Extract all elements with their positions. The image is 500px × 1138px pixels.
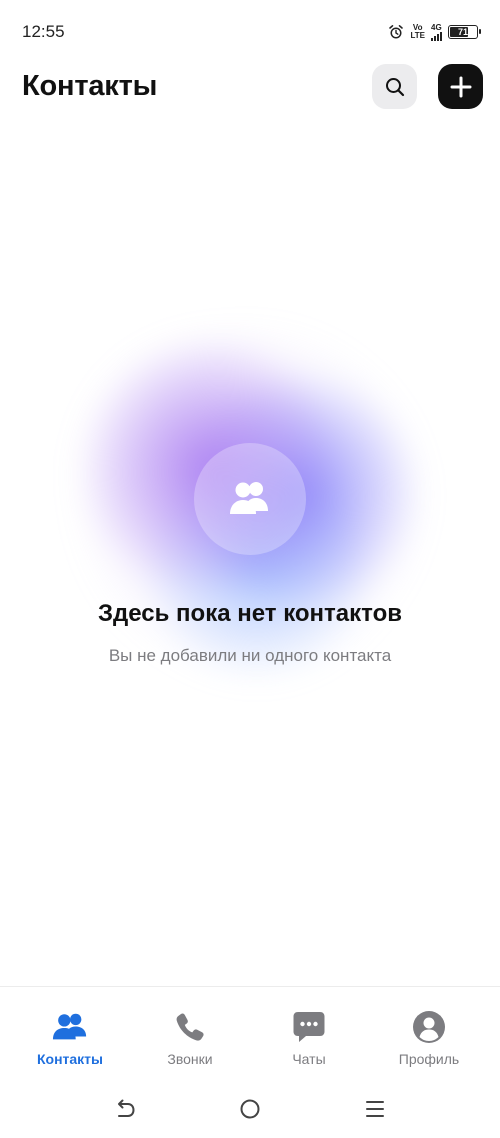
people-icon	[230, 482, 268, 514]
search-button[interactable]	[372, 64, 417, 109]
status-icons: Vo LTE 4G 71	[388, 20, 481, 44]
back-button[interactable]	[112, 1096, 138, 1122]
empty-state-title: Здесь пока нет контактов	[97, 600, 403, 627]
menu-icon	[366, 1101, 384, 1117]
status-time: 12:55	[22, 22, 65, 41]
page-title: Контакты	[22, 70, 158, 102]
volte-bottom: LTE	[410, 31, 425, 40]
bottom-tab-bar: Контакты Звонки Чаты Профиль	[0, 986, 500, 1076]
alarm-icon	[388, 24, 404, 40]
battery-level: 71	[457, 27, 468, 37]
tab-contacts[interactable]: Контакты	[15, 1009, 125, 1069]
empty-state-icon-circle	[194, 443, 306, 555]
header: Контакты	[0, 62, 500, 112]
empty-state: Здесь пока нет контактов Вы не добавили …	[0, 290, 500, 710]
empty-state-subtitle: Вы не добавили ни одного контакта	[108, 646, 392, 665]
phone-icon	[172, 1009, 208, 1045]
volte-indicator: Vo LTE	[410, 24, 425, 40]
tab-calls[interactable]: Звонки	[135, 1009, 245, 1069]
tab-label: Профиль	[398, 1051, 460, 1067]
search-icon	[385, 77, 404, 96]
chat-icon	[291, 1009, 327, 1045]
network-type: 4G	[431, 22, 442, 32]
menu-button[interactable]	[362, 1096, 388, 1122]
status-bar: 12:55 Vo LTE 4G 71	[0, 0, 500, 62]
back-icon	[118, 1099, 135, 1117]
signal-indicator: 4G	[431, 22, 442, 41]
home-button[interactable]	[237, 1096, 263, 1122]
tab-label: Звонки	[167, 1051, 213, 1067]
signal-bars-icon	[431, 31, 442, 41]
add-contact-button[interactable]	[438, 64, 483, 109]
tab-label: Чаты	[292, 1051, 326, 1067]
tab-label: Контакты	[36, 1051, 103, 1067]
battery-icon: 71	[448, 25, 481, 39]
tab-chats[interactable]: Чаты	[254, 1009, 364, 1069]
people-icon	[52, 1009, 88, 1045]
profile-icon	[411, 1009, 447, 1045]
home-icon	[240, 1099, 260, 1119]
plus-icon	[450, 76, 471, 97]
tab-profile[interactable]: Профиль	[374, 1009, 484, 1069]
system-nav-bar	[0, 1080, 500, 1138]
